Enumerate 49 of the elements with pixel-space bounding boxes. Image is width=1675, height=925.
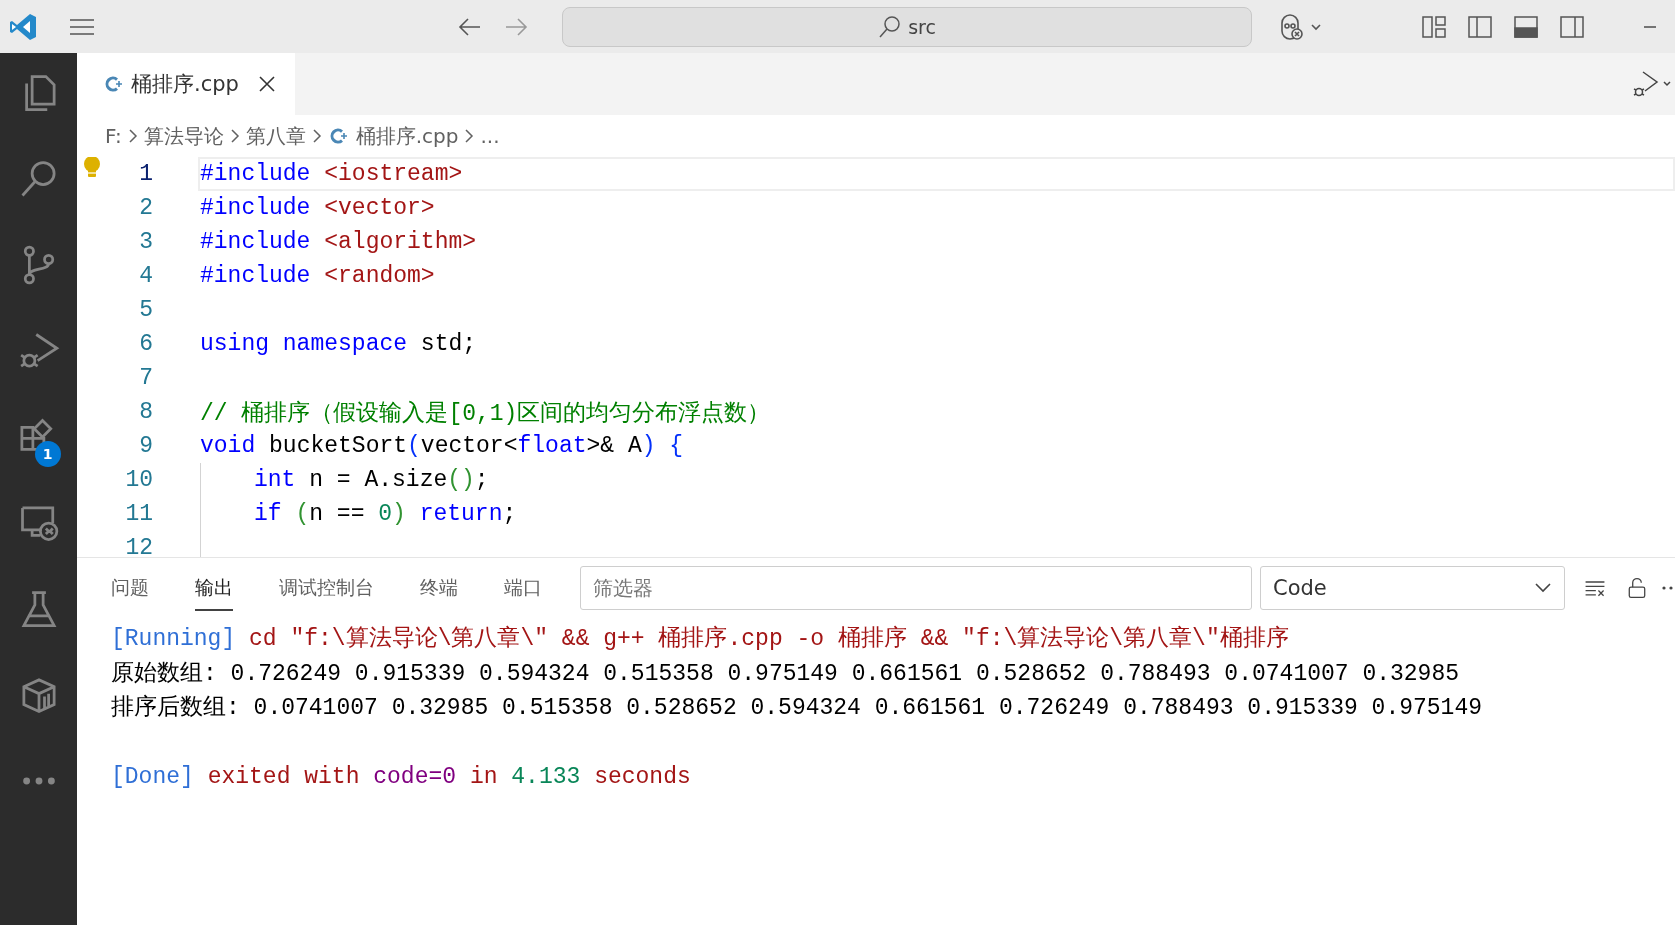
breadcrumb-item[interactable]: ... <box>480 124 500 148</box>
output-line: 排序后数组: 0.0741007 0.32985 0.515358 0.528652 0.594324 0.661561 0.726249 0.788493 0.915339 0.975149 <box>111 693 1483 723</box>
line-number: 6 <box>138 331 153 357</box>
code-line: using namespace std; <box>200 331 477 357</box>
chevron-right-icon <box>127 128 138 144</box>
code-line: #include <random> <box>200 263 435 289</box>
breadcrumb-item[interactable]: F: <box>105 124 122 148</box>
output-channel-dropdown[interactable]: Code <box>1260 566 1565 610</box>
code-line: if (n == 0) return; <box>254 501 517 527</box>
search-icon <box>878 14 903 39</box>
code-line: void bucketSort(vector<float>& A) { <box>200 433 684 459</box>
line-number: 7 <box>138 365 153 391</box>
panel-tab[interactable]: 调试控制台 <box>279 565 374 611</box>
filter-field[interactable]: 筛选器 <box>580 566 1252 610</box>
line-number: 2 <box>138 195 153 221</box>
line-number: 12 <box>124 535 153 557</box>
line-number: 1 <box>138 161 153 187</box>
chevron-right-icon <box>311 128 322 144</box>
line-number: 8 <box>138 399 153 425</box>
chevron-down-icon <box>1534 582 1552 594</box>
line-number: 11 <box>124 501 153 527</box>
panel-tab[interactable]: 问题 <box>111 565 149 611</box>
code-line: #include <vector> <box>200 195 435 221</box>
panel-tab[interactable]: 端口 <box>504 565 542 611</box>
chevron-right-icon <box>464 128 475 144</box>
line-number: 4 <box>138 263 153 289</box>
output-line: [Done] exited with code=0 in 4.133 seconds <box>111 763 692 792</box>
panel-tab[interactable]: 输出 <box>195 565 233 611</box>
line-number: 9 <box>138 433 153 459</box>
code-line: #include <iostream> <box>200 161 463 187</box>
cpp-file-icon <box>103 74 123 94</box>
line-number: 5 <box>138 297 153 323</box>
output-line: 原始数组: 0.726249 0.915339 0.594324 0.515358 0.975149 0.661561 0.528652 0.788493 0.0741007 0.32985 <box>111 659 1460 689</box>
code-line: #include <algorithm> <box>200 229 477 255</box>
breadcrumb-item[interactable]: 桶排序.cpp <box>327 122 459 150</box>
editor-tab[interactable]: 桶排序.cpp <box>77 53 295 115</box>
breadcrumb-item[interactable]: 第八章 <box>245 122 306 150</box>
command-search-field[interactable]: src <box>562 6 1252 47</box>
output-line: [Running] cd "f:\算法导论\第八章\" && g++ 桶排序.cpp -o 桶排序 && "f:\算法导论\第八章\"桶排序 <box>111 624 1290 654</box>
panel-tab[interactable]: 终端 <box>420 565 458 611</box>
app-logo <box>8 11 38 42</box>
line-number: 3 <box>138 229 153 255</box>
line-number: 10 <box>124 467 153 493</box>
breadcrumb-item[interactable]: 算法导论 <box>143 122 224 150</box>
chevron-right-icon <box>229 128 240 144</box>
notification-count: 1 <box>34 441 61 467</box>
code-line: int n = A.size(); <box>254 467 489 493</box>
close-icon[interactable] <box>256 74 277 94</box>
code-line: // 桶排序（假设输入是[0,1)区间的均匀分布浮点数） <box>200 399 771 428</box>
